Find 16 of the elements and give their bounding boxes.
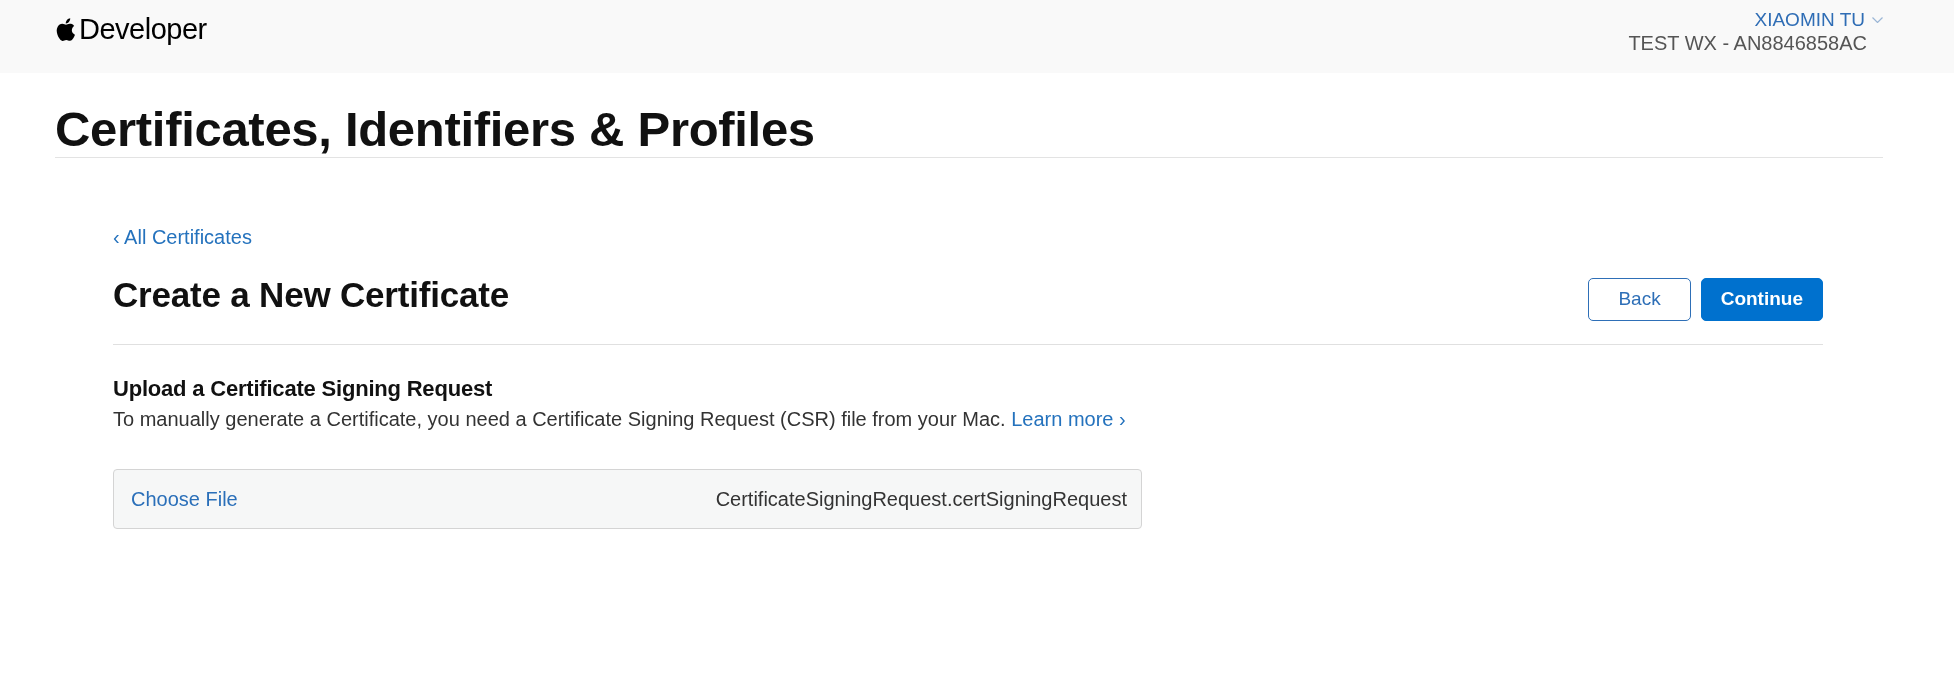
continue-button[interactable]: Continue [1700,278,1823,321]
page-title: Certificates, Identifiers & Profiles [55,101,816,157]
all-certificates-link[interactable]: ‹ All Certificates [113,223,252,251]
chevron-down-icon [1872,17,1883,23]
team-name: TEST WX - AN8846858AC [1628,31,1867,56]
choose-file-button[interactable]: Choose File [131,486,238,512]
file-upload-field[interactable]: Choose File CertificateSigningRequest.certSigningRequest [113,469,1142,529]
file-name: CertificateSigningRequest.certSigningRequest [715,487,1127,512]
brand-name[interactable]: Developer [79,12,207,46]
upload-heading: Upload a Certificate Signing Request [113,375,494,403]
apple-logo-icon[interactable] [56,17,76,41]
form-title: Create a New Certificate [113,274,509,316]
back-button[interactable]: Back [1588,278,1691,321]
learn-more-link[interactable]: Learn more › [1011,408,1126,430]
upload-description: To manually generate a Certificate, you need a Certificate Signing Request (CSR) file from your Mac. Learn more › [113,407,1127,432]
account-menu-button[interactable]: XIAOMIN TU [1754,8,1883,32]
